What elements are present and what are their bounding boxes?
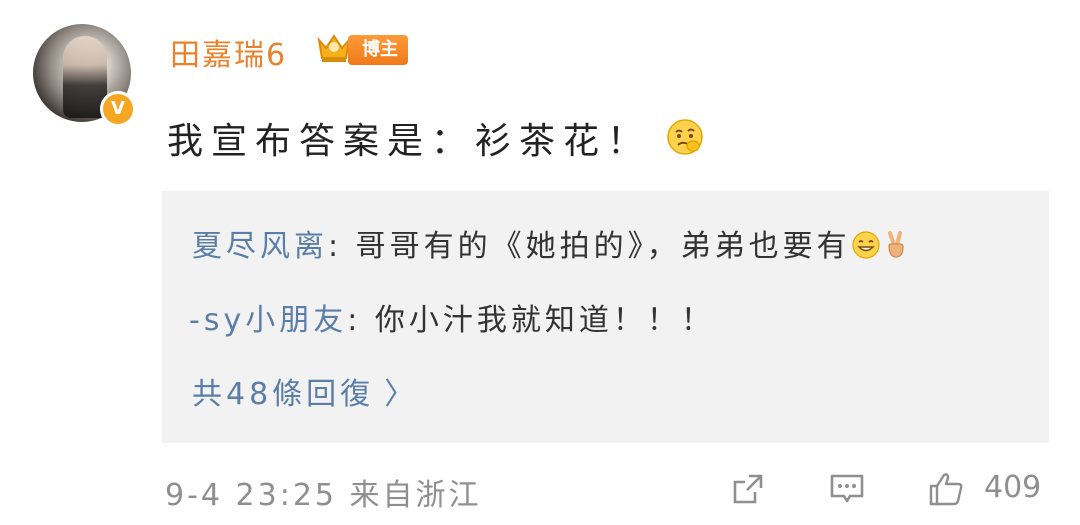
reply-text: 哥哥有的《她拍的》，弟弟也要有 [355, 229, 851, 264]
share-icon[interactable] [729, 470, 767, 508]
replies-count-label[interactable]: 共48條回復 [192, 377, 374, 412]
reply-item[interactable]: 夏尽风离: 哥哥有的《她拍的》，弟弟也要有 [192, 221, 911, 265]
reply-text: 你小汁我就知道！！！ [374, 303, 715, 338]
comment-meta: 9-4 23:25 来自浙江 [165, 470, 482, 514]
reply-preview-box[interactable]: 夏尽风离: 哥哥有的《她拍的》，弟弟也要有 -sy小朋友: 你小汁我就知道！！！… [162, 191, 1049, 443]
victory-hand-icon [887, 231, 904, 258]
reply-author[interactable]: -sy小朋友 [189, 303, 347, 338]
timestamp: 9-4 23:25 [165, 478, 337, 513]
thinking-face-icon [667, 119, 703, 155]
grinning-face-icon [852, 231, 880, 259]
verified-badge-icon: V [100, 91, 136, 127]
reply-separator: : [328, 229, 356, 264]
view-all-replies-link[interactable]: 共48條回復〉 [192, 369, 418, 413]
username[interactable]: 田嘉瑞6 [170, 30, 287, 74]
chevron-right-icon: 〉 [384, 377, 419, 412]
blogger-badge: 博主 [348, 35, 408, 65]
avatar[interactable]: V [33, 24, 136, 127]
comment-text: 我宣布答案是：衫茶花！ [167, 121, 652, 162]
crown-icon [317, 34, 351, 62]
comment-icon[interactable] [828, 470, 866, 508]
reply-item[interactable]: -sy小朋友: 你小汁我就知道！！！ [189, 295, 715, 339]
location-source: 来自浙江 [349, 478, 482, 513]
thumbs-up-icon[interactable] [927, 470, 965, 508]
like-count: 409 [984, 470, 1042, 505]
reply-author[interactable]: 夏尽风离 [192, 229, 328, 264]
reply-separator: : [347, 303, 375, 338]
